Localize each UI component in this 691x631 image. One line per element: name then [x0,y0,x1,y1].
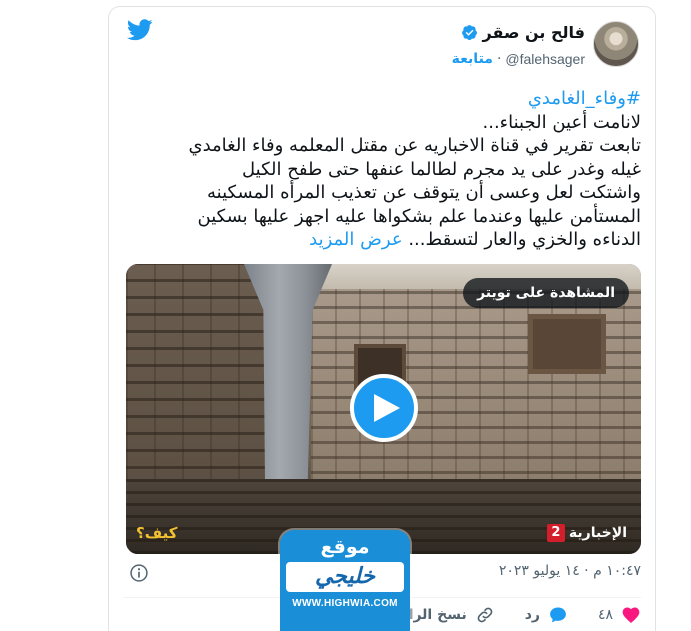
tweet-line: لانامت أعين الجبناء... [482,111,641,133]
watermark-url: WWW.HIGHWIA.COM [292,598,398,609]
reply-bubble-icon [550,607,566,623]
show-more-link[interactable]: عرض المزيد [309,229,402,250]
reply-button[interactable]: رد [525,605,568,625]
play-icon [374,394,400,422]
tweet-line: المستأمن عليها وعندما علم بشكواها عليه ا… [197,205,642,227]
reply-label: رد [524,607,540,623]
info-icon[interactable] [129,563,149,583]
channel-logo: الإخبارية 2 [546,524,627,542]
video-corner-text: كيف؟ [136,524,178,542]
author-avatar[interactable] [593,21,639,67]
watermark-brand: خليجي [286,562,404,592]
follow-button[interactable]: متابعة [452,51,493,67]
video-media[interactable]: المشاهدة على تويتر كيف؟ الإخبارية 2 [126,264,641,554]
author-name[interactable]: فالح بن صقر [483,23,586,42]
tweet-line: غيله وغدر على يد مجرم لطالما عنفها حتى ط… [242,158,641,180]
separator-dot: · [496,51,502,67]
watermark-top-text: موقع [320,536,370,558]
channel-number: 2 [546,524,565,542]
play-button[interactable] [350,374,418,442]
like-button[interactable]: ٤٨ [598,605,641,625]
video-scene-window [528,314,606,374]
copy-link-button[interactable]: نسخ الرا [409,605,495,625]
tweet-last-line: الدناءه والخزي والعار لتسقط... عرض المزي… [121,228,641,252]
author-handle[interactable]: @falehsager [505,51,585,67]
heart-icon [622,607,640,623]
author-name-row: فالح بن صقر [461,23,586,42]
tweet-actions: ٤٨ رد نسخ الرا [409,605,641,625]
tweet-body: #وفاء_الغامدي لانامت أعين الجبناء... تاب… [121,87,642,252]
twitter-bird-icon[interactable] [127,19,153,41]
hashtag-link[interactable]: #وفاء_الغامدي [121,87,641,111]
watch-on-twitter-button[interactable]: المشاهدة على تويتر [463,278,629,308]
tweet-line: تابعت تقرير في قناة الاخباريه عن مقتل ال… [188,135,642,156]
site-watermark: موقع خليجي WWW.HIGHWIA.COM [280,530,410,631]
author-handle-row: @falehsager · متابعة [452,51,585,67]
channel-name: الإخبارية [568,525,627,541]
like-count: ٤٨ [597,607,613,623]
verified-badge-icon [461,25,477,41]
tweet-line: الدناءه والخزي والعار لتسقط... [408,229,641,250]
tweet-timestamp[interactable]: ١٠:٤٧ م · ١٤ يوليو ٢٠٢٣ [499,563,641,579]
copy-link-label: نسخ الرا [408,607,467,623]
link-icon [477,607,493,623]
tweet-line: واشتكت لعل وعسى أن يتوقف عن تعذيب المرأه… [206,182,641,203]
